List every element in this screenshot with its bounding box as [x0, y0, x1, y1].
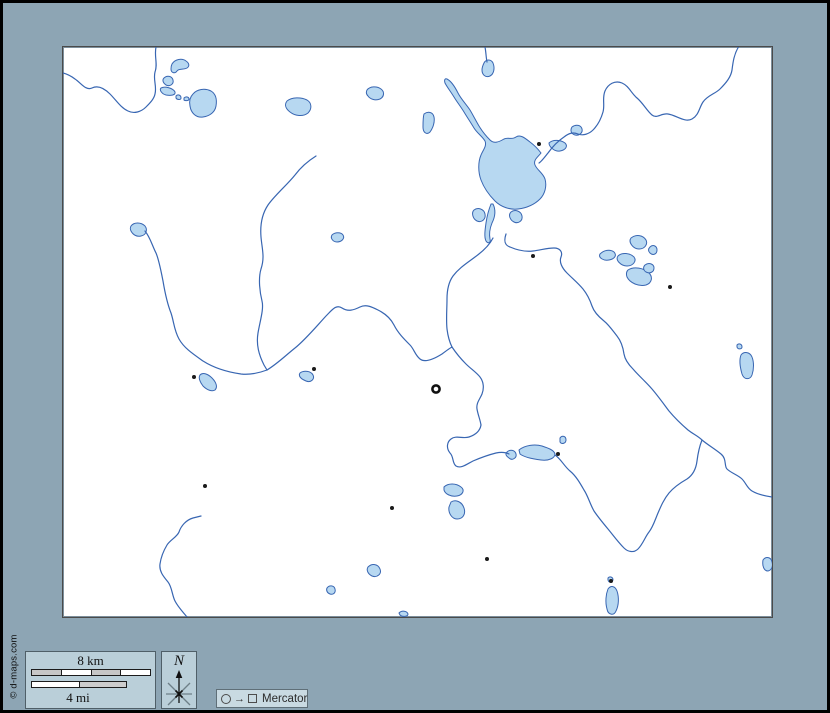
lake — [737, 344, 742, 349]
town-dot — [609, 579, 613, 583]
lake — [649, 246, 658, 255]
lake — [130, 223, 146, 236]
lake — [740, 353, 754, 379]
lake — [510, 211, 523, 223]
town-dot — [531, 254, 535, 258]
river — [452, 347, 483, 425]
lake — [506, 450, 516, 459]
lake — [190, 89, 217, 117]
river — [539, 47, 739, 163]
square-icon — [248, 694, 257, 703]
lake — [482, 60, 494, 77]
scale-segment — [62, 670, 92, 675]
river — [145, 231, 267, 374]
town-dot — [556, 452, 560, 456]
lake — [423, 112, 434, 133]
scale-km-label: 8 km — [26, 653, 155, 668]
lake — [473, 209, 486, 222]
scale-segment — [80, 682, 127, 687]
scale-segment — [92, 670, 122, 675]
lake — [171, 59, 189, 72]
river — [447, 425, 509, 467]
circle-icon — [221, 694, 231, 704]
capital-marker — [432, 385, 439, 392]
map-page: © d-maps.com 8 km 4 mi N → Mercator — [0, 0, 830, 713]
scale-segment — [121, 670, 150, 675]
lake — [600, 250, 616, 260]
lake — [444, 484, 463, 496]
lake — [617, 253, 635, 266]
river — [160, 516, 201, 617]
copyright-text: © d-maps.com — [9, 629, 20, 705]
town-dot — [485, 557, 489, 561]
town-dot — [312, 367, 316, 371]
river — [505, 234, 702, 440]
river — [555, 440, 702, 552]
lake — [763, 558, 772, 571]
lake — [176, 95, 181, 100]
lake — [449, 501, 465, 519]
lake — [560, 436, 566, 443]
lake — [366, 87, 383, 100]
river — [63, 47, 156, 112]
lake — [367, 565, 380, 577]
scale-km-bar — [31, 669, 151, 676]
lake — [199, 374, 216, 391]
lake — [299, 371, 313, 381]
lake — [445, 79, 546, 209]
lake — [519, 445, 555, 460]
lake — [606, 587, 618, 615]
lake — [331, 233, 343, 242]
lake — [644, 264, 654, 273]
lake — [485, 204, 495, 243]
town-dot — [668, 285, 672, 289]
scale-segment — [32, 682, 80, 687]
lake — [184, 97, 189, 101]
scale-mi-bar — [31, 681, 127, 688]
lake — [630, 236, 647, 249]
river — [267, 306, 452, 370]
river — [447, 238, 493, 347]
river — [485, 47, 487, 62]
arrow-icon: → — [234, 694, 245, 704]
map-svg — [63, 47, 772, 617]
lake — [399, 611, 408, 616]
town-dot — [192, 375, 196, 379]
river — [257, 156, 316, 370]
scale-bar-box: 8 km 4 mi — [25, 651, 156, 709]
lake — [286, 98, 311, 116]
projection-label: Mercator — [260, 693, 307, 705]
lake — [160, 87, 175, 95]
river — [702, 440, 772, 497]
north-arrow-icon — [163, 669, 195, 707]
town-dot — [203, 484, 207, 488]
projection-legend: → Mercator — [216, 689, 308, 708]
north-label: N — [162, 653, 196, 669]
lake — [327, 586, 336, 594]
lake — [163, 76, 173, 85]
town-dot — [390, 506, 394, 510]
scale-mi-label: 4 mi — [26, 690, 130, 705]
scale-segment — [32, 670, 62, 675]
map-canvas — [62, 46, 773, 618]
north-box: N — [161, 651, 197, 709]
town-dot — [537, 142, 541, 146]
